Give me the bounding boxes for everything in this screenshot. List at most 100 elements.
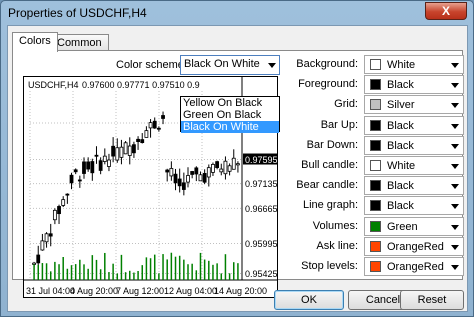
property-label: Background: — [296, 58, 358, 70]
scheme-option-yellow-on-black[interactable]: Yellow On Black — [181, 97, 279, 109]
price-tick-label: 0.95995 — [245, 239, 277, 249]
property-label: Volumes: — [312, 219, 358, 232]
chart-symbol-label: USDCHF,H4 — [28, 80, 79, 90]
property-label: Bar Up: — [320, 118, 358, 131]
bar-down-color-select[interactable]: Black — [364, 135, 464, 155]
properties-dialog: Properties of USDCHF,H4 X Colors Common … — [0, 0, 474, 317]
bear-candle — [132, 144, 136, 154]
color-value: Black — [387, 119, 414, 132]
close-button[interactable]: X — [425, 2, 467, 20]
bear-candle — [152, 120, 157, 129]
time-tick-label: 7 Aug 12:00 — [116, 286, 164, 296]
bull-candle — [148, 122, 153, 129]
bull-candle — [211, 163, 215, 173]
color-swatch — [370, 139, 381, 151]
bull-candle — [198, 174, 203, 182]
chevron-down-icon — [451, 224, 459, 230]
property-label: Grid: — [334, 98, 358, 111]
bear-candle — [215, 161, 220, 169]
ok-button[interactable]: OK — [274, 290, 344, 310]
bull-candle — [231, 157, 236, 170]
color-scheme-select[interactable]: Black On White — [180, 55, 280, 75]
foreground-color-select[interactable]: Black — [364, 75, 464, 95]
bull-candle — [186, 175, 190, 183]
bull-candle — [169, 168, 174, 177]
color-swatch — [370, 160, 381, 171]
bull-candle — [52, 209, 57, 221]
property-label: Bear candle: — [296, 179, 358, 192]
chevron-down-icon — [268, 63, 276, 68]
bear-candle — [98, 160, 103, 171]
color-value: White — [387, 59, 416, 71]
bear-candle — [140, 139, 145, 143]
price-tick-label: 0.97595 — [245, 155, 277, 165]
property-row-bull-candle: Bull candle: White — [298, 156, 466, 175]
color-swatch — [370, 59, 381, 70]
bull-candle-color-select[interactable]: White — [364, 156, 464, 175]
chevron-down-icon — [451, 164, 459, 169]
bear-candle — [77, 179, 82, 182]
line-graph-color-select[interactable]: Black — [364, 196, 464, 216]
tab-common[interactable]: Common — [50, 34, 109, 51]
bear-candle — [111, 145, 116, 157]
tab-colors[interactable]: Colors — [12, 32, 58, 52]
title-bar[interactable]: Properties of USDCHF,H4 X — [1, 1, 473, 25]
color-swatch — [370, 261, 381, 272]
chevron-down-icon — [451, 123, 459, 129]
bull-candle — [40, 240, 45, 251]
bear-candle — [48, 233, 53, 237]
grid-color-select[interactable]: Silver — [364, 95, 464, 115]
bear-candle — [82, 161, 86, 174]
scheme-option-black-on-white[interactable]: Black On White — [181, 121, 279, 133]
bull-candle — [32, 262, 36, 265]
bear-candle — [65, 193, 70, 196]
color-swatch — [370, 220, 381, 232]
bear-candle — [173, 173, 178, 184]
color-swatch — [370, 180, 381, 192]
ask-line-color-select[interactable]: OrangeRed — [364, 236, 464, 256]
bear-candle — [181, 182, 186, 190]
chart-ohlc-text: 0.97600 0.97771 0.97510 0.9 — [82, 80, 200, 90]
chevron-down-icon — [451, 143, 459, 149]
price-tick-label: 0.95425 — [245, 269, 277, 279]
window-title: Properties of USDCHF,H4 — [8, 6, 147, 20]
bear-candle — [156, 127, 161, 130]
property-row-grid: Grid: Silver — [298, 95, 466, 115]
property-label: Foreground: — [298, 78, 358, 91]
color-value: Black — [387, 180, 414, 193]
bear-candle — [194, 167, 199, 175]
chevron-down-icon — [451, 63, 459, 68]
color-value: White — [387, 160, 416, 172]
color-scheme-dropdown: Yellow On Black Green On Black Black On … — [180, 96, 280, 133]
bull-candle — [115, 147, 120, 161]
stop-levels-color-select[interactable]: OrangeRed — [364, 257, 464, 276]
volumes-color-select[interactable]: Green — [364, 216, 464, 236]
property-row-bar-down: Bar Down: Black — [298, 135, 466, 155]
scheme-option-green-on-black[interactable]: Green On Black — [181, 109, 279, 121]
reset-button[interactable]: Reset — [400, 290, 464, 310]
bull-candle — [107, 159, 111, 167]
property-row-bear-candle: Bear candle: Black — [296, 176, 466, 196]
background-color-select[interactable]: White — [364, 55, 464, 74]
property-row-line-graph: Line graph: Black — [298, 196, 466, 216]
bear-candle — [165, 169, 170, 173]
property-row-volumes: Volumes: Green — [298, 216, 466, 236]
bear-candle-color-select[interactable]: Black — [364, 176, 464, 196]
bull-candle — [206, 167, 211, 178]
bull-candle — [44, 233, 49, 243]
color-swatch — [370, 99, 381, 111]
color-scheme-label: Color scheme: — [116, 59, 187, 71]
bull-candle — [219, 168, 224, 173]
bull-candle — [144, 130, 149, 138]
bear-candle — [57, 206, 61, 215]
dialog-client: Colors Common 0.982900.975950.971350.966… — [7, 25, 468, 312]
color-swatch — [370, 240, 381, 252]
time-tick-label: 4 Aug 20:00 — [70, 286, 118, 296]
bar-up-color-select[interactable]: Black — [364, 115, 464, 135]
chevron-down-icon — [451, 265, 459, 270]
bull-candle — [119, 146, 124, 158]
time-tick-label: 31 Jul 04:00 — [26, 286, 75, 296]
property-label: Stop levels: — [301, 260, 358, 272]
bear-candle — [69, 174, 74, 184]
property-label: Ask line: — [316, 239, 358, 252]
